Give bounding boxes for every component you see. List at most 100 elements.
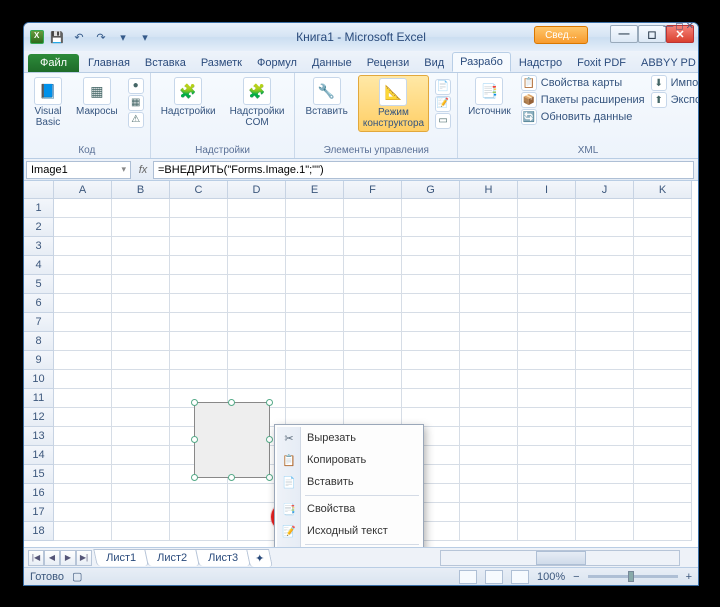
tab-home[interactable]: Главная — [81, 54, 137, 72]
col-header[interactable]: C — [170, 181, 228, 199]
sheet-nav-first[interactable]: |◀ — [28, 550, 44, 566]
cell[interactable] — [576, 256, 634, 275]
cell[interactable] — [54, 199, 112, 218]
info-button[interactable]: Свед... — [534, 26, 588, 44]
cell[interactable] — [286, 389, 344, 408]
cell[interactable] — [54, 218, 112, 237]
cell[interactable] — [460, 199, 518, 218]
cell[interactable] — [402, 237, 460, 256]
tab-formulas[interactable]: Формул — [250, 54, 304, 72]
cell[interactable] — [170, 218, 228, 237]
row-header[interactable]: 15 — [24, 465, 54, 484]
row-header[interactable]: 12 — [24, 408, 54, 427]
zoom-in[interactable]: + — [686, 571, 692, 583]
cell[interactable] — [54, 522, 112, 541]
cell[interactable] — [576, 484, 634, 503]
horizontal-scrollbar[interactable] — [440, 550, 680, 566]
cell[interactable] — [170, 370, 228, 389]
resize-handle[interactable] — [266, 436, 273, 443]
cell[interactable] — [344, 332, 402, 351]
cell[interactable] — [286, 256, 344, 275]
xml-expansion[interactable]: 📦Пакеты расширения — [521, 92, 645, 108]
cell[interactable] — [518, 408, 576, 427]
cell[interactable] — [286, 294, 344, 313]
cell[interactable] — [54, 370, 112, 389]
cell[interactable] — [518, 427, 576, 446]
tab-view[interactable]: Вид — [417, 54, 451, 72]
ctx-paste[interactable]: 📄Вставить — [277, 471, 421, 493]
cell[interactable] — [54, 484, 112, 503]
cell[interactable] — [518, 332, 576, 351]
cell[interactable] — [634, 408, 692, 427]
cell[interactable] — [112, 275, 170, 294]
design-mode-button[interactable]: 📐Режим конструктора — [358, 75, 429, 132]
ctx-properties[interactable]: 📑Свойства — [277, 498, 421, 520]
tab-page-layout[interactable]: Разметк — [194, 54, 249, 72]
cell[interactable] — [228, 237, 286, 256]
row-header[interactable]: 2 — [24, 218, 54, 237]
cell[interactable] — [112, 351, 170, 370]
cell[interactable] — [402, 275, 460, 294]
cell[interactable] — [460, 275, 518, 294]
cell[interactable] — [634, 332, 692, 351]
tab-data[interactable]: Данные — [305, 54, 359, 72]
cell[interactable] — [634, 503, 692, 522]
cell[interactable] — [54, 294, 112, 313]
cell[interactable] — [518, 256, 576, 275]
cell[interactable] — [112, 199, 170, 218]
cell[interactable] — [634, 446, 692, 465]
cell[interactable] — [460, 427, 518, 446]
sheet-nav-prev[interactable]: ◀ — [44, 550, 60, 566]
cell[interactable] — [344, 294, 402, 313]
workbook-minimize[interactable]: — — [663, 22, 673, 32]
cell[interactable] — [54, 408, 112, 427]
cell[interactable] — [344, 218, 402, 237]
cell[interactable] — [576, 218, 634, 237]
visual-basic-button[interactable]: 📘Visual Basic — [30, 75, 66, 130]
macro-indicator-icon[interactable]: ▢ — [72, 570, 82, 583]
zoom-out[interactable]: − — [573, 571, 579, 583]
resize-handle[interactable] — [228, 399, 235, 406]
cell[interactable] — [518, 218, 576, 237]
cell[interactable] — [54, 351, 112, 370]
cell[interactable] — [54, 275, 112, 294]
cell[interactable] — [286, 351, 344, 370]
cell[interactable] — [112, 294, 170, 313]
image-control[interactable] — [194, 402, 270, 478]
run-dialog-button[interactable]: ▭ — [435, 113, 451, 129]
cell[interactable] — [518, 370, 576, 389]
cell[interactable] — [518, 446, 576, 465]
cell[interactable] — [228, 218, 286, 237]
cell[interactable] — [228, 351, 286, 370]
cell[interactable] — [518, 465, 576, 484]
cell[interactable] — [634, 218, 692, 237]
tab-foxit[interactable]: Foxit PDF — [570, 54, 633, 72]
cell[interactable] — [460, 256, 518, 275]
cell[interactable] — [112, 256, 170, 275]
row-header[interactable]: 5 — [24, 275, 54, 294]
name-box[interactable]: Image1▾ — [26, 161, 131, 179]
cell[interactable] — [344, 275, 402, 294]
macros-button[interactable]: ▦Макросы — [72, 75, 122, 130]
col-header[interactable]: B — [112, 181, 170, 199]
row-header[interactable]: 8 — [24, 332, 54, 351]
cell[interactable] — [576, 522, 634, 541]
cell[interactable] — [634, 313, 692, 332]
cell[interactable] — [112, 389, 170, 408]
cell[interactable] — [634, 294, 692, 313]
cell[interactable] — [228, 256, 286, 275]
cell[interactable] — [576, 370, 634, 389]
col-header[interactable]: F — [344, 181, 402, 199]
row-header[interactable]: 1 — [24, 199, 54, 218]
col-header[interactable]: E — [286, 181, 344, 199]
row-header[interactable]: 10 — [24, 370, 54, 389]
qat-save[interactable]: 💾 — [48, 28, 66, 46]
formula-bar[interactable]: =ВНЕДРИТЬ("Forms.Image.1";"") — [153, 161, 694, 179]
cell[interactable] — [634, 389, 692, 408]
row-header[interactable]: 4 — [24, 256, 54, 275]
view-normal[interactable] — [459, 570, 477, 584]
cell[interactable] — [518, 275, 576, 294]
sheet-tab-new[interactable]: ✦ — [246, 549, 273, 567]
relative-refs-button[interactable]: ▦ — [128, 95, 144, 111]
xml-source-button[interactable]: 📑Источник — [464, 75, 515, 125]
